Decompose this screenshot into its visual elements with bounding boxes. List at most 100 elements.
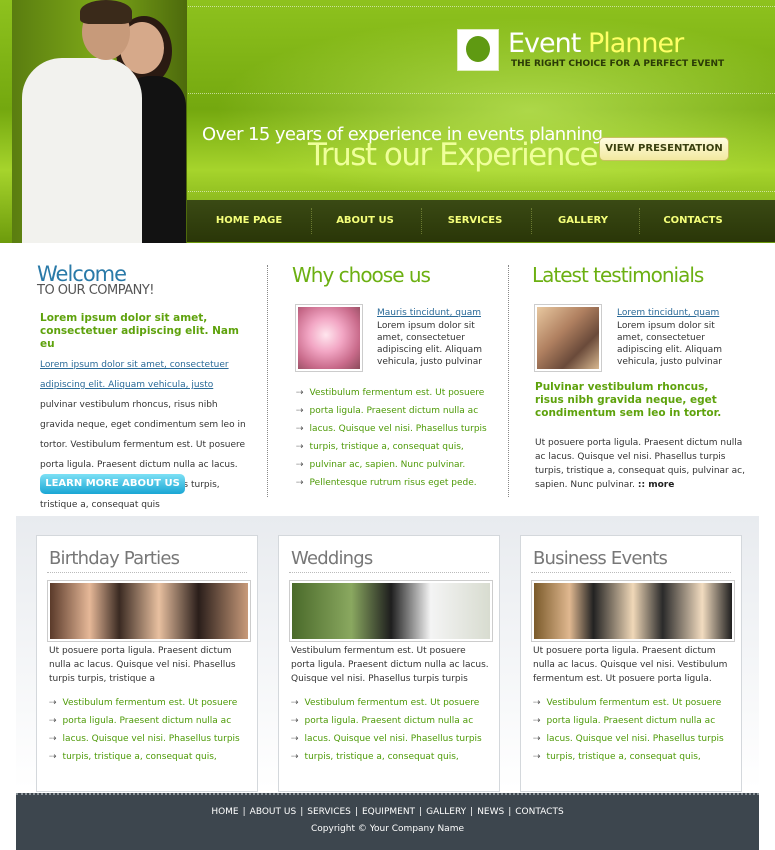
- group-thumbnail: [534, 304, 602, 372]
- learn-more-button[interactable]: LEARN MORE ABOUT US: [40, 474, 185, 494]
- footer-link-services[interactable]: SERVICES: [307, 807, 351, 817]
- card-bullet-list: ⇢ Vestibulum fermentum est. Ut posuere ⇢ p…: [49, 694, 240, 766]
- list-item[interactable]: ⇢ lacus. Quisque vel nisi. Phasellus turp…: [49, 730, 240, 748]
- site-title-part-2: Planner: [587, 28, 684, 59]
- list-item[interactable]: ⇢ Vestibulum fermentum est. Ut posuere: [533, 694, 724, 712]
- arrow-bullet-icon: ⇢: [291, 716, 299, 726]
- footer-link-about-us[interactable]: ABOUT US: [250, 807, 297, 817]
- arrow-bullet-icon: ⇢: [49, 734, 57, 744]
- list-item[interactable]: ⇢ porta ligula. Praesent dictum nulla ac: [49, 712, 240, 730]
- card-divider: [531, 572, 731, 573]
- column-divider: [508, 265, 509, 497]
- arrow-bullet-icon: ⇢: [49, 716, 57, 726]
- why-link[interactable]: Mauris tincidunt, quam: [377, 306, 487, 320]
- header-dotted-line-bottom: [185, 191, 775, 192]
- arrow-bullet-icon: ⇢: [49, 698, 57, 708]
- card-bullet-list: ⇢ Vestibulum fermentum est. Ut posuere ⇢ p…: [291, 694, 482, 766]
- footer-link-equipment[interactable]: EQUIPMENT: [362, 807, 415, 817]
- list-item[interactable]: ⇢ lacus. Quisque vel nisi. Phasellus turp…: [533, 730, 724, 748]
- nav-gallery[interactable]: GALLERY: [539, 200, 627, 242]
- welcome-lead: Lorem ipsum dolor sit amet, consectetuer…: [40, 312, 239, 350]
- footer-link-news[interactable]: NEWS: [477, 807, 504, 817]
- testimonial-text: Lorem ipsum dolor sit amet, consectetuer…: [617, 321, 723, 367]
- arrow-bullet-icon: ⇢: [533, 752, 541, 762]
- why-text: Lorem ipsum dolor sit amet, consectetuer…: [377, 321, 483, 367]
- leaf-shape: [466, 36, 490, 62]
- arrow-bullet-icon: ⇢: [533, 698, 541, 708]
- main-nav: HOME PAGE ABOUT US SERVICES GALLERY CONT…: [187, 200, 775, 242]
- footer-separator: |: [300, 807, 304, 817]
- list-item[interactable]: ⇢ Vestibulum fermentum est. Ut posuere: [291, 694, 482, 712]
- arrow-bullet-icon: ⇢: [533, 716, 541, 726]
- welcome-link[interactable]: Lorem ipsum dolor sit amet, consectetuer…: [40, 360, 229, 390]
- footer-separator: |: [354, 807, 358, 817]
- card-bullet-list: ⇢ Vestibulum fermentum est. Ut posuere ⇢ p…: [533, 694, 724, 766]
- arrow-bullet-icon: ⇢: [296, 406, 304, 416]
- why-text-block: Mauris tincidunt, quam Lorem ipsum dolor…: [377, 306, 487, 368]
- nav-separator: [639, 208, 640, 234]
- nav-home-page[interactable]: HOME PAGE: [205, 200, 293, 242]
- card-birthday-parties: Birthday Parties Ut posuere porta ligula…: [36, 535, 258, 792]
- footer-separator: |: [242, 807, 246, 817]
- list-item[interactable]: ⇢ turpis, tristique a, consequat quis,: [296, 438, 487, 456]
- man-body: [22, 58, 142, 243]
- footer-link-gallery[interactable]: GALLERY: [426, 807, 466, 817]
- nav-separator: [531, 208, 532, 234]
- list-item[interactable]: ⇢ lacus. Quisque vel nisi. Phasellus turp…: [296, 420, 487, 438]
- arrow-bullet-icon: ⇢: [291, 752, 299, 762]
- arrow-bullet-icon: ⇢: [291, 734, 299, 744]
- card-text: Ut posuere porta ligula. Praesent dictum…: [49, 646, 236, 684]
- card-title: Business Events: [533, 548, 668, 569]
- list-item[interactable]: ⇢ turpis, tristique a, consequat quis,: [533, 748, 724, 766]
- site-tagline: THE RIGHT CHOICE FOR A PERFECT EVENT: [511, 59, 725, 69]
- flower-image: [298, 307, 360, 369]
- wedding-image: [289, 580, 493, 642]
- arrow-bullet-icon: ⇢: [296, 424, 304, 434]
- group-image: [537, 307, 599, 369]
- why-bullet-list: ⇢ Vestibulum fermentum est. Ut posuere ⇢ p…: [296, 384, 487, 492]
- footer-dotted-line: [16, 793, 759, 795]
- list-item[interactable]: ⇢ lacus. Quisque vel nisi. Phasellus turp…: [291, 730, 482, 748]
- card-divider: [47, 572, 247, 573]
- arrow-bullet-icon: ⇢: [296, 388, 304, 398]
- site-title-part-1: Event: [508, 28, 588, 59]
- nav-separator: [421, 208, 422, 234]
- why-choose-us-title: Why choose us: [292, 263, 431, 287]
- footer-link-home[interactable]: HOME: [211, 807, 238, 817]
- testimonial-link[interactable]: Lorem tincidunt, quam: [617, 306, 729, 320]
- list-item[interactable]: ⇢ Pellentesque rutrum risus eget pede.: [296, 474, 487, 492]
- list-item[interactable]: ⇢ porta ligula. Praesent dictum nulla ac: [296, 402, 487, 420]
- footer-separator: |: [508, 807, 512, 817]
- nav-separator: [311, 208, 312, 234]
- list-item[interactable]: ⇢ porta ligula. Praesent dictum nulla ac: [533, 712, 724, 730]
- testimonial-body-block: Ut posuere porta ligula. Praesent dictum…: [535, 436, 747, 492]
- arrow-bullet-icon: ⇢: [49, 752, 57, 762]
- list-item[interactable]: ⇢ pulvinar ac, sapien. Nunc pulvinar.: [296, 456, 487, 474]
- header-dotted-line-top: [185, 6, 775, 7]
- list-item[interactable]: ⇢ Vestibulum fermentum est. Ut posuere: [49, 694, 240, 712]
- nav-about-us[interactable]: ABOUT US: [321, 200, 409, 242]
- arrow-bullet-icon: ⇢: [296, 460, 304, 470]
- nav-contacts[interactable]: CONTACTS: [649, 200, 737, 242]
- list-item[interactable]: ⇢ porta ligula. Praesent dictum nulla ac: [291, 712, 482, 730]
- footer-link-contacts[interactable]: CONTACTS: [515, 807, 563, 817]
- man-hair: [80, 0, 132, 24]
- copyright: Copyright © Your Company Name: [311, 824, 464, 834]
- nav-services[interactable]: SERVICES: [431, 200, 519, 242]
- arrow-bullet-icon: ⇢: [291, 698, 299, 708]
- list-item[interactable]: ⇢ turpis, tristique a, consequat quis,: [49, 748, 240, 766]
- card-text: Ut posuere porta ligula. Praesent dictum…: [533, 646, 728, 684]
- card-divider: [289, 572, 489, 573]
- list-item[interactable]: ⇢ turpis, tristique a, consequat quis,: [291, 748, 482, 766]
- more-link[interactable]: :: more: [638, 480, 674, 490]
- list-item[interactable]: ⇢ Vestibulum fermentum est. Ut posuere: [296, 384, 487, 402]
- leaf-logo-icon[interactable]: [457, 29, 499, 71]
- business-image: [531, 580, 735, 642]
- card-weddings: Weddings Vestibulum fermentum est. Ut po…: [278, 535, 500, 792]
- testimonial-text-block: Lorem tincidunt, quam Lorem ipsum dolor …: [617, 306, 729, 368]
- arrow-bullet-icon: ⇢: [296, 442, 304, 452]
- flower-thumbnail: [295, 304, 363, 372]
- view-presentation-button[interactable]: VIEW PRESENTATION: [599, 137, 729, 161]
- footer-separator: |: [419, 807, 423, 817]
- site-title[interactable]: Event Planner: [508, 28, 684, 59]
